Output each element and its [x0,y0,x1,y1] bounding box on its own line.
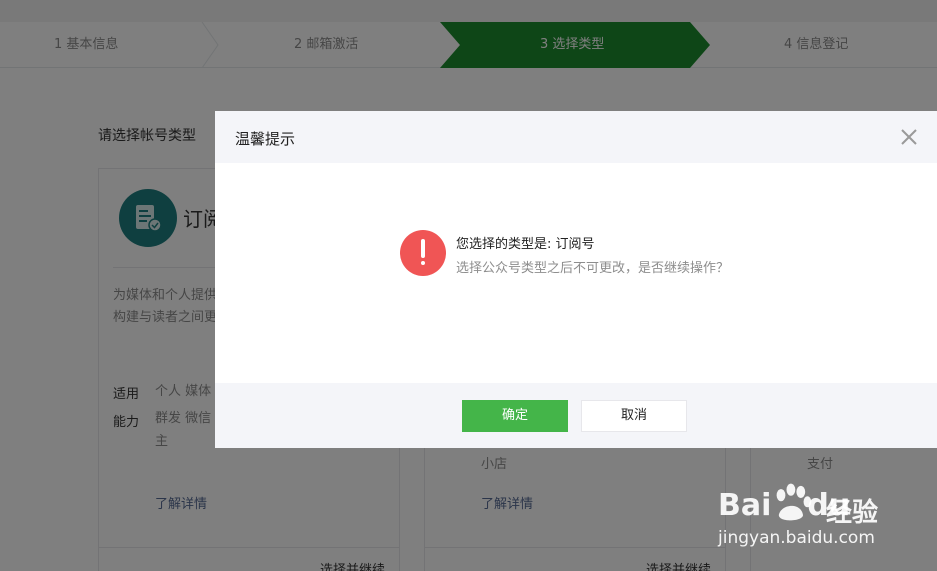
dialog-message-title: 您选择的类型是: 订阅号 [456,237,595,252]
watermark-logo-left: Bai [718,488,772,523]
exclamation-icon [400,230,446,276]
dialog-title: 温馨提示 [235,130,296,148]
exclamation-bar [421,239,425,258]
confirm-dialog: 温馨提示 您选择的类型是: 订阅号 选择公众号类型之后不可更改，是否继续操作？ … [215,111,937,448]
dialog-footer: 确定 取消 [215,383,937,448]
watermark-url: jingyan.baidu.com [718,528,875,548]
baidu-jingyan-watermark: Bai du 经验 jingyan.baidu.com [718,478,918,558]
paw-icon [776,483,812,521]
exclamation-dot [421,261,425,265]
confirm-button[interactable]: 确定 [462,400,568,432]
cancel-button[interactable]: 取消 [581,400,687,432]
close-icon[interactable] [897,125,921,149]
dialog-header: 温馨提示 [215,111,937,163]
watermark-cn-text: 经验 [826,498,879,528]
dialog-message-subtitle: 选择公众号类型之后不可更改，是否继续操作？ [456,261,730,276]
